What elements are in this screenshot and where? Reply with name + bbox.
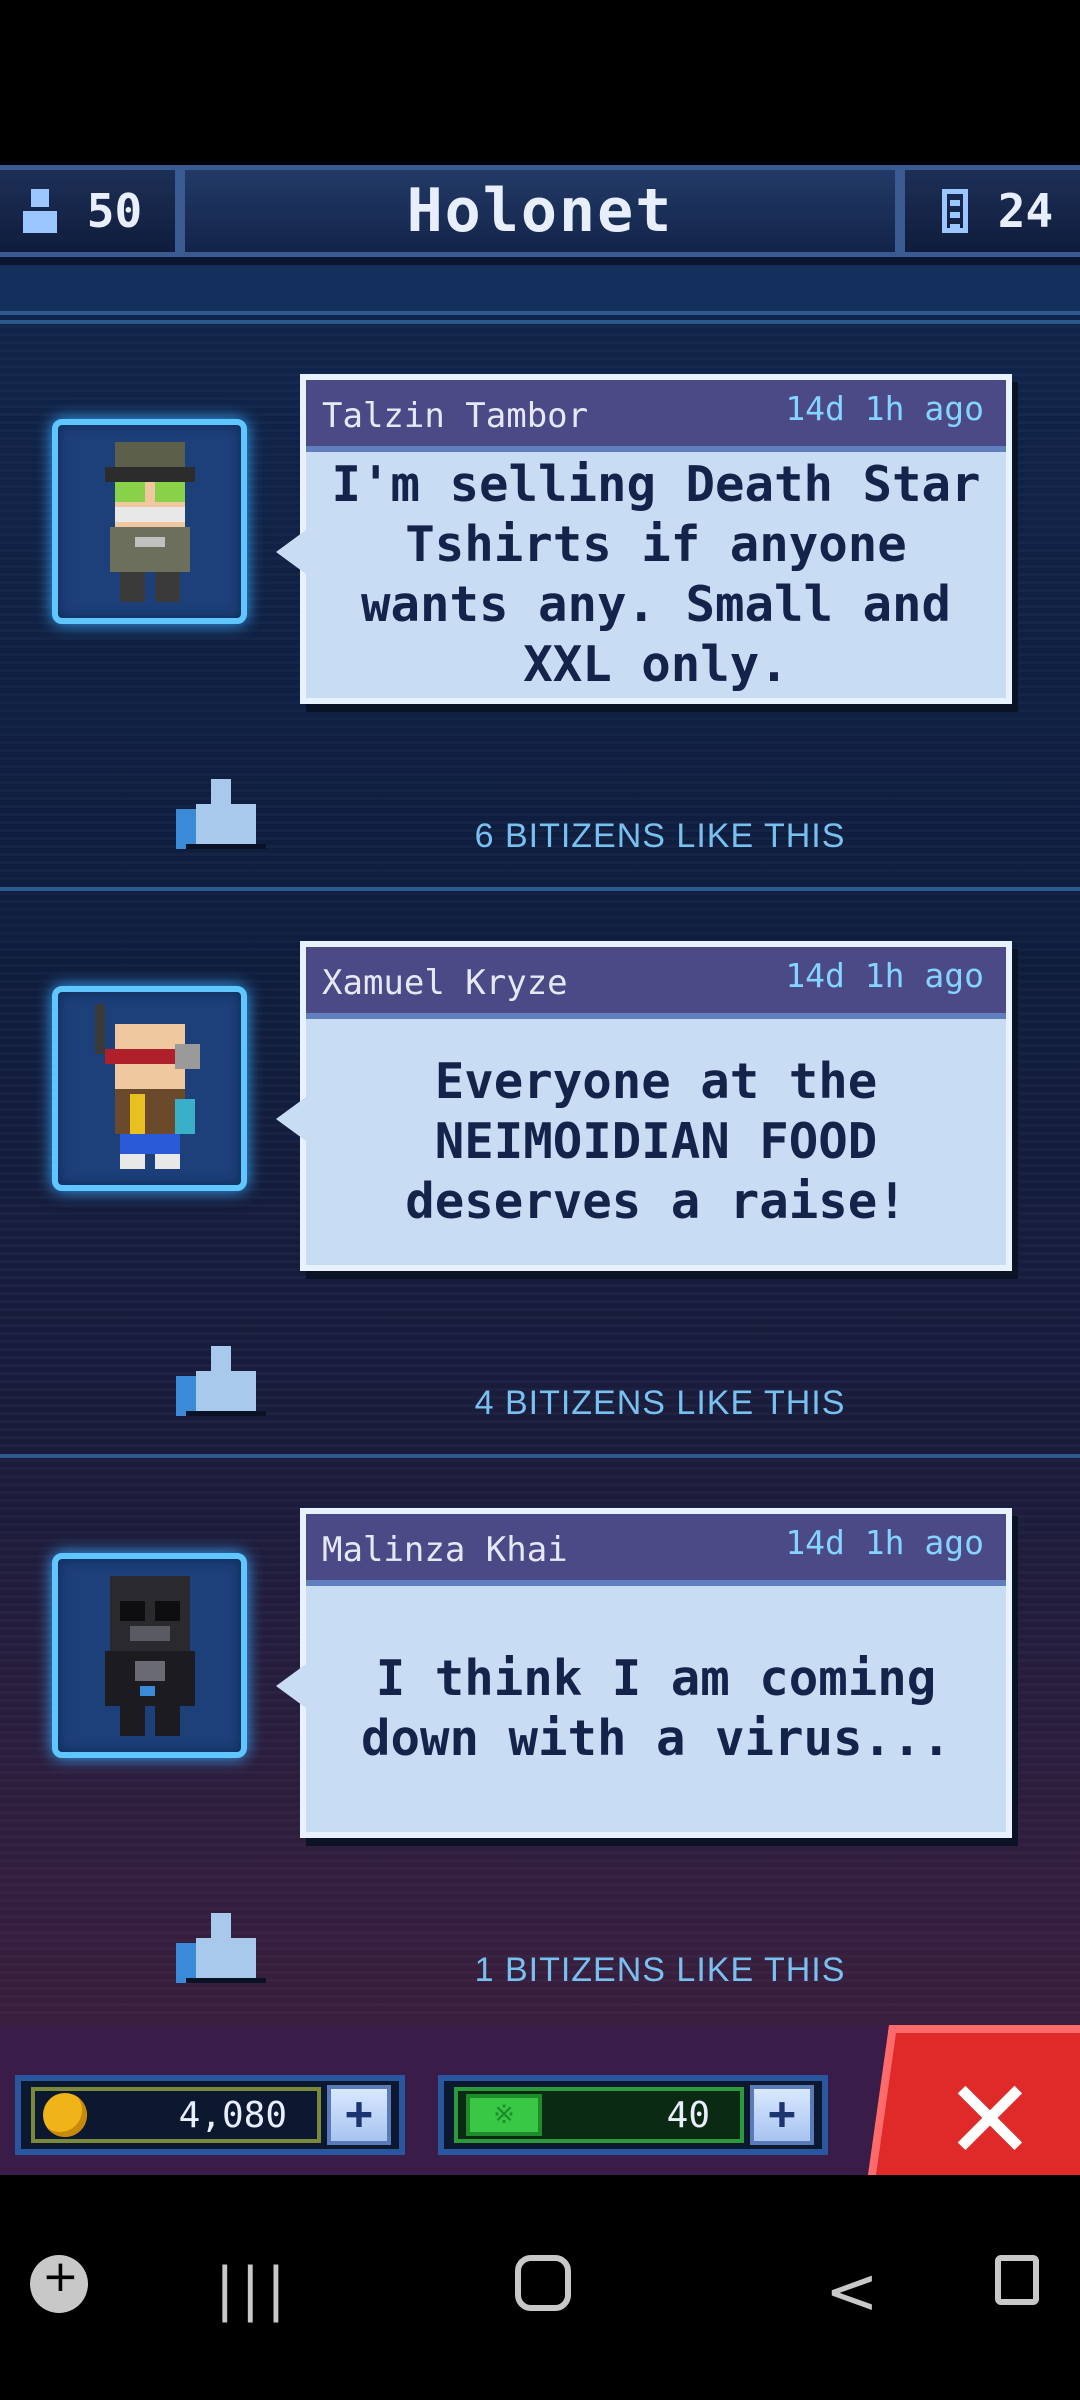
coins-display: 4,080 +	[15, 2075, 405, 2155]
recent-apps-icon[interactable]: |||	[215, 2255, 292, 2323]
message-bubble: Malinza Khai 14d 1h ago I think I am com…	[276, 1508, 1012, 1838]
post-message: Everyone at the NEIMOIDIAN FOOD deserves…	[405, 1053, 907, 1230]
post-message: I think I am coming down with a virus...	[360, 1650, 951, 1767]
accessibility-icon[interactable]	[995, 2255, 1039, 2305]
coins-value: 4,080	[178, 2094, 287, 2136]
like-count: 4 BITIZENS LIKE THIS	[474, 1384, 846, 1422]
thumbs-up-icon[interactable]	[176, 1346, 266, 1416]
feed-top-divider	[0, 265, 1080, 315]
message-bubble: Xamuel Kryze 14d 1h ago Everyone at the …	[276, 941, 1012, 1271]
message-bubble: Talzin Tambor 14d 1h ago I'm selling Dea…	[276, 374, 1012, 704]
bubble-pointer	[276, 1097, 306, 1141]
author-name: Malinza Khai	[322, 1530, 568, 1570]
game-launcher-icon[interactable]	[30, 2251, 88, 2313]
avatar[interactable]	[52, 986, 247, 1191]
holonet-post: Xamuel Kryze 14d 1h ago Everyone at the …	[0, 887, 1080, 1447]
author-name: Xamuel Kryze	[322, 963, 568, 1003]
add-coins-button[interactable]: +	[327, 2085, 391, 2145]
author-name: Talzin Tambor	[322, 396, 589, 436]
bald-man-with-visor-avatar	[94, 1003, 200, 1169]
bux-icon: ※	[466, 2094, 542, 2136]
bux-field: ※ 40	[454, 2087, 744, 2143]
bux-value: 40	[666, 2094, 710, 2136]
population-counter[interactable]: 50	[0, 165, 180, 257]
coins-field: 4,080	[31, 2087, 321, 2143]
page-title: Holonet	[180, 165, 900, 257]
floors-counter[interactable]: 24	[900, 165, 1080, 257]
bubble-header: Xamuel Kryze 14d 1h ago	[306, 947, 1006, 1019]
like-count: 6 BITIZENS LIKE THIS	[474, 817, 846, 855]
floors-value: 24	[997, 184, 1054, 238]
bux-display: ※ 40 +	[438, 2075, 828, 2155]
add-bux-button[interactable]: +	[750, 2085, 814, 2145]
post-time: 14d 1h ago	[785, 388, 984, 428]
bitizen-icon	[22, 189, 57, 233]
floors-icon	[941, 189, 968, 233]
coin-icon	[43, 2093, 87, 2137]
like-count: 1 BITIZENS LIKE THIS	[474, 1951, 846, 1989]
bubble-header: Malinza Khai 14d 1h ago	[306, 1514, 1006, 1586]
top-header: 50 Holonet 24	[0, 165, 1080, 265]
avatar[interactable]	[52, 419, 247, 624]
soldier-with-goggles-avatar	[104, 441, 195, 602]
post-message: I'm selling Death Star Tshirts if anyone…	[331, 456, 981, 693]
holonet-post: Talzin Tambor 14d 1h ago I'm selling Dea…	[0, 320, 1080, 880]
currency-bar: 4,080 + ※ 40 + ✕	[0, 2025, 1080, 2175]
thumbs-up-icon[interactable]	[176, 1913, 266, 1983]
close-icon[interactable]: ✕	[935, 2065, 1045, 2175]
bubble-header: Talzin Tambor 14d 1h ago	[306, 380, 1006, 452]
thumbs-up-icon[interactable]	[176, 779, 266, 849]
population-value: 50	[86, 184, 143, 238]
system-nav-bar: ||| <	[0, 2175, 1080, 2400]
back-icon[interactable]: <	[825, 2255, 879, 2329]
bubble-pointer	[276, 1664, 306, 1708]
bubble-pointer	[276, 530, 306, 574]
avatar[interactable]	[52, 1553, 247, 1758]
holonet-feed[interactable]: Talzin Tambor 14d 1h ago I'm selling Dea…	[0, 265, 1080, 2025]
post-time: 14d 1h ago	[785, 955, 984, 995]
tie-pilot-avatar	[104, 1575, 195, 1736]
home-icon[interactable]	[515, 2255, 571, 2311]
post-time: 14d 1h ago	[785, 1522, 984, 1562]
holonet-post: Malinza Khai 14d 1h ago I think I am com…	[0, 1454, 1080, 2014]
